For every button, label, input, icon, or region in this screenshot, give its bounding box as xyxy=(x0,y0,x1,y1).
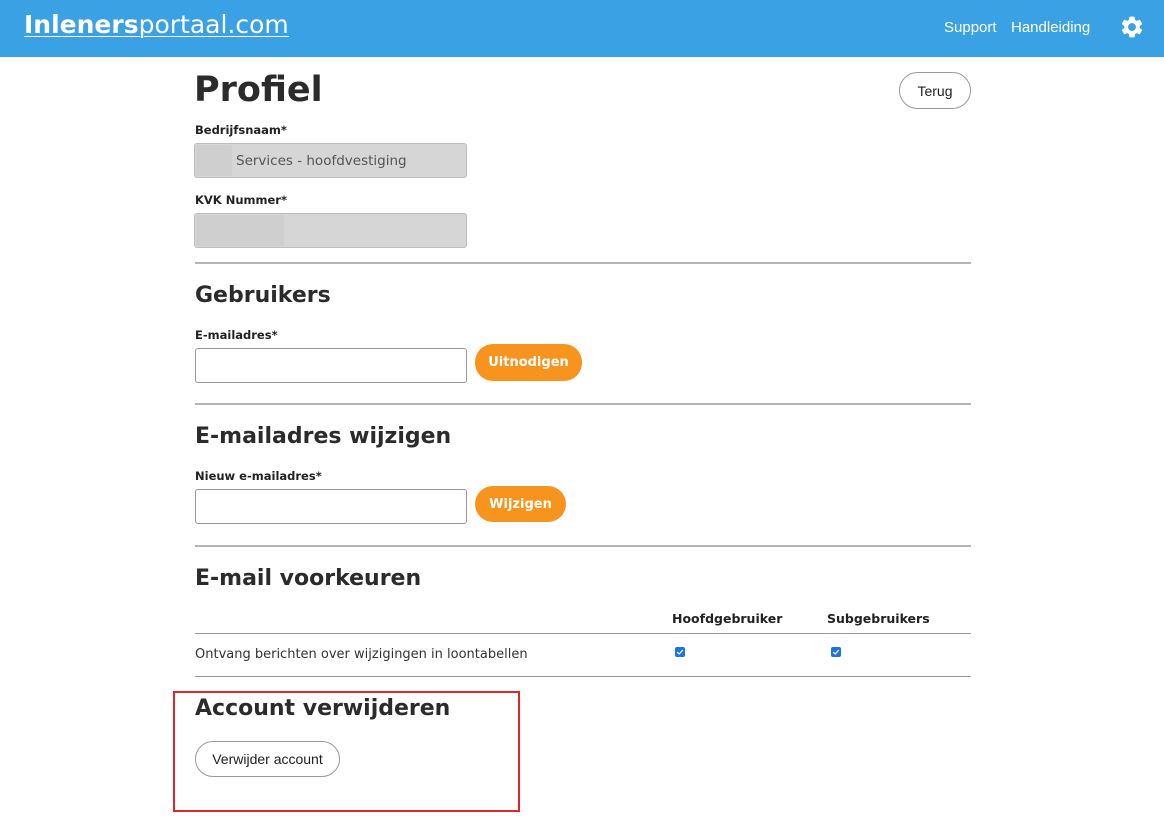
table-row-divider xyxy=(195,676,971,677)
kvk-number-field xyxy=(194,213,467,248)
top-navbar: Inlenersportaal.com Support Handleiding xyxy=(0,0,1164,57)
section-divider xyxy=(195,403,971,405)
preference-row-label: Ontvang berichten over wijzigingen in lo… xyxy=(195,647,528,662)
gear-icon[interactable] xyxy=(1119,14,1145,40)
redacted-mask xyxy=(196,145,232,176)
users-email-label: E-mailadres* xyxy=(195,328,278,342)
logo-bold-text: Inleners xyxy=(24,10,139,39)
redacted-mask xyxy=(196,215,284,246)
email-preferences-heading: E-mail voorkeuren xyxy=(195,566,422,591)
users-heading: Gebruikers xyxy=(195,283,331,308)
column-header-main-user: Hoofdgebruiker xyxy=(672,611,783,626)
nav-support-link[interactable]: Support xyxy=(944,19,997,36)
nav-manual-link[interactable]: Handleiding xyxy=(1011,19,1090,36)
change-email-heading: E-mailadres wijzigen xyxy=(195,424,452,449)
invite-button[interactable]: Uitnodigen xyxy=(475,344,582,381)
check-icon xyxy=(676,649,684,655)
new-email-label: Nieuw e-mailadres* xyxy=(195,469,322,483)
section-divider xyxy=(195,545,971,547)
company-name-label: Bedrijfsnaam* xyxy=(195,123,287,137)
table-header-divider xyxy=(195,633,971,634)
site-logo[interactable]: Inlenersportaal.com xyxy=(24,10,289,39)
column-header-sub-users: Subgebruikers xyxy=(827,611,930,626)
page-title: Profiel xyxy=(194,70,323,110)
new-email-input[interactable] xyxy=(195,489,467,524)
logo-rest-text: portaal.com xyxy=(138,10,289,39)
main-user-checkbox[interactable] xyxy=(675,647,685,657)
company-name-value: Services - hoofdvestiging xyxy=(236,152,407,169)
delete-account-heading: Account verwijderen xyxy=(195,696,451,721)
company-name-field: Services - hoofdvestiging xyxy=(194,143,467,178)
kvk-number-label: KVK Nummer* xyxy=(195,193,287,207)
users-email-input[interactable] xyxy=(195,348,467,383)
sub-users-checkbox[interactable] xyxy=(831,647,841,657)
section-divider xyxy=(195,262,971,264)
delete-account-button[interactable]: Verwijder account xyxy=(195,741,340,777)
check-icon xyxy=(832,649,840,655)
change-email-button[interactable]: Wijzigen xyxy=(475,486,566,522)
back-button[interactable]: Terug xyxy=(899,72,971,109)
